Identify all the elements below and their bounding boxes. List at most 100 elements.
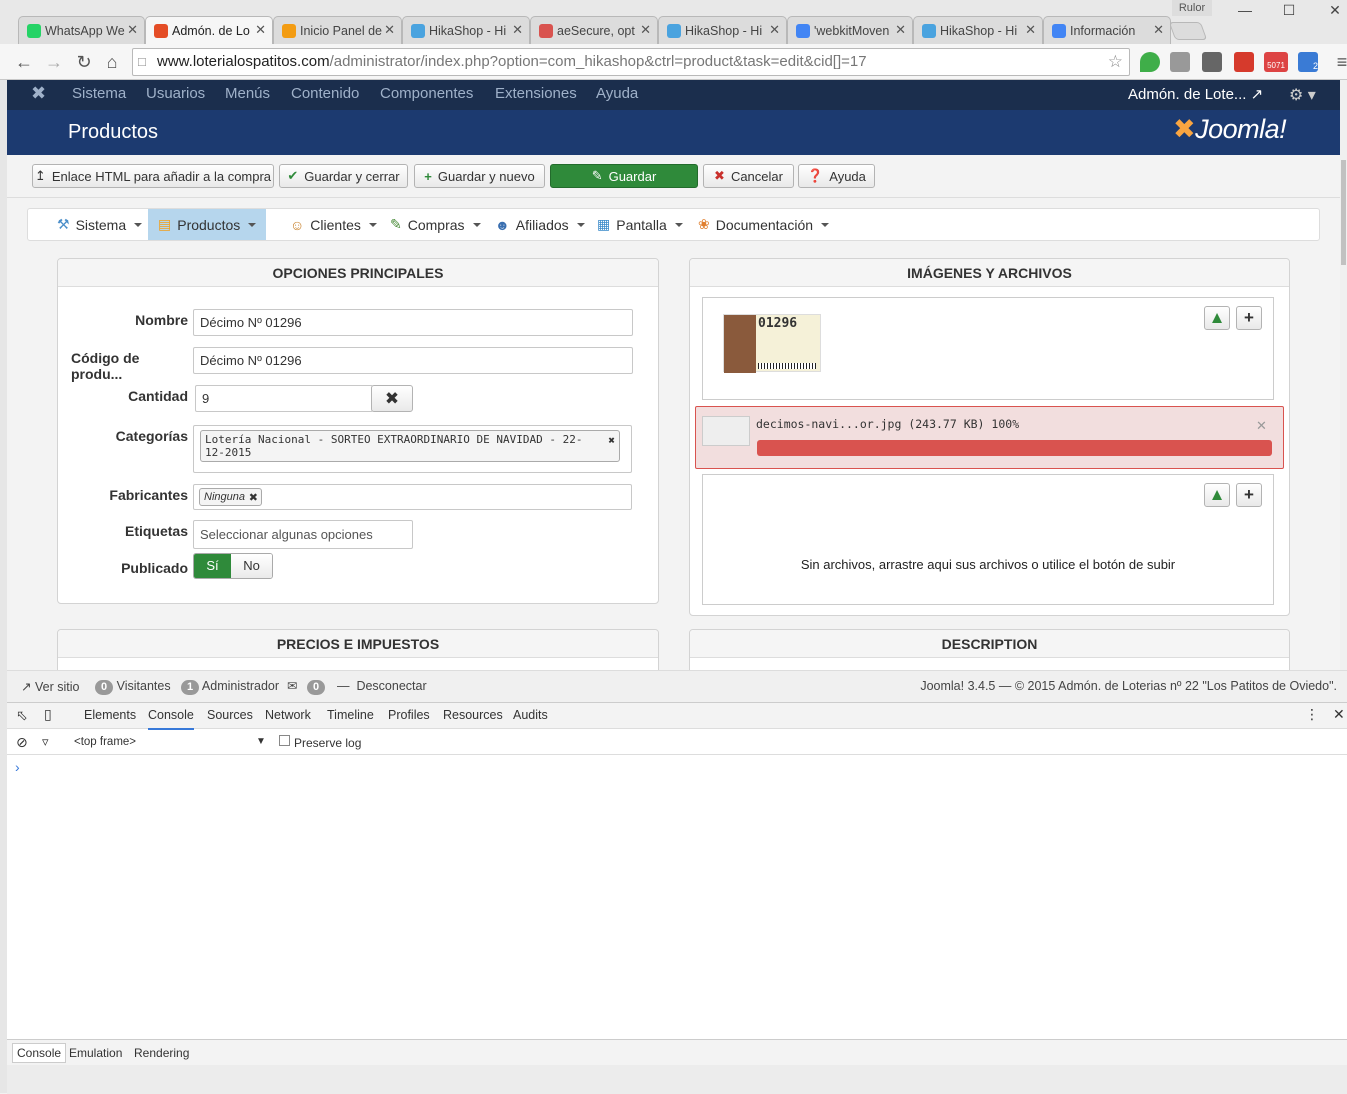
menu-sistema[interactable]: Sistema [72,85,126,102]
browser-tab[interactable]: HikaShop - Hi ✕ [658,16,787,44]
menu-usuarios[interactable]: Usuarios [146,85,205,102]
tab-close-icon[interactable]: ✕ [512,22,523,38]
browser-tab[interactable]: HikaShop - Hi ✕ [402,16,530,44]
tab-close-icon[interactable]: ✕ [1153,22,1164,38]
page-scrollbar-thumb[interactable] [1341,160,1346,265]
categories-field[interactable]: Lotería Nacional - SORTEO EXTRAORDINARIO… [193,425,632,473]
code-input[interactable]: Décimo Nº 01296 [193,347,633,374]
star-icon[interactable]: ☆ [1108,49,1123,75]
gmail-icon[interactable]: 5071 [1264,52,1288,72]
tab-close-icon[interactable]: ✕ [255,22,266,38]
browser-tab[interactable]: Admón. de Lo ✕ [145,16,273,45]
user-menu[interactable]: Admón. de Lote... ↗ [1128,85,1263,103]
device-mode-icon[interactable]: ▯ [44,706,52,723]
inspect-icon[interactable]: ⬁ [16,707,28,724]
cancel-button[interactable]: ✖ Cancelar [703,164,794,188]
upload-file-icon[interactable]: ▲ [1204,483,1230,507]
settings-gear-icon[interactable]: ⚙ ▾ [1289,85,1316,105]
home-icon[interactable]: ⌂ [100,50,124,74]
frame-selector[interactable]: <top frame> [74,736,136,748]
screen-ext-icon[interactable] [1202,52,1222,72]
add-image-icon[interactable]: + [1236,306,1262,330]
devtools-tab-console[interactable]: Console [148,708,194,730]
published-no[interactable]: No [231,554,272,578]
hikashop-menu-productos[interactable]: ▤ Productos [148,209,267,240]
html-link-button[interactable]: ↥ Enlace HTML para añadir a la compra [32,164,274,188]
hikashop-menu-clientes[interactable]: ☺ Clientes [280,209,387,240]
logout-link[interactable]: — Desconectar [337,679,427,693]
tab-close-icon[interactable]: ✕ [769,22,780,38]
save-button[interactable]: ✎ Guardar [550,164,698,188]
hikashop-menu-documentación[interactable]: ❀ Documentación [688,209,839,240]
menu-icon[interactable]: ≡ [1330,50,1347,74]
minimize-icon[interactable]: — [1230,2,1260,22]
tab-close-icon[interactable]: ✕ [127,22,138,38]
close-window-icon[interactable]: ✕ [1320,2,1347,22]
tab-close-icon[interactable]: ✕ [384,22,395,38]
help-button[interactable]: ❓ Ayuda [798,164,875,188]
remove-tag-icon[interactable]: ✖ [608,434,615,447]
devtools-tab-sources[interactable]: Sources [207,708,253,722]
devtools-tab-network[interactable]: Network [265,708,311,722]
browser-tab[interactable]: aeSecure, opt ✕ [530,16,658,44]
browser-tab[interactable]: Inicio Panel de ✕ [273,16,402,44]
clear-console-icon[interactable]: ⊘ [16,734,28,751]
hikashop-menu-compras[interactable]: ✎ Compras [380,209,491,240]
profile-button[interactable]: Rulor [1172,0,1212,16]
menu-menus[interactable]: Menús [225,85,270,102]
new-tab-button[interactable] [1168,22,1208,40]
maximize-icon[interactable]: ☐ [1274,2,1304,22]
devtools-tab-resources[interactable]: Resources [443,708,503,722]
address-bar[interactable]: www.loterialospatitos.com/administrator/… [132,48,1130,76]
quantity-input[interactable]: 9 [195,385,373,412]
browser-tab[interactable]: 'webkitMoven ✕ [787,16,913,44]
save-close-button[interactable]: ✔ Guardar y cerrar [279,164,408,188]
console-prompt[interactable]: › [15,759,20,775]
devtools-tab-audits[interactable]: Audits [513,708,548,722]
back-icon[interactable]: ← [12,50,36,74]
drawer-tab-console[interactable]: Console [12,1043,67,1063]
add-file-icon[interactable]: + [1236,483,1262,507]
devtools-more-icon[interactable]: ⋮ [1305,706,1319,723]
frame-dropdown-icon[interactable]: ▼ [256,736,266,747]
upload-image-icon[interactable]: ▲ [1204,306,1230,330]
cast-ext-icon[interactable] [1170,52,1190,72]
hikashop-menu-sistema[interactable]: ⚒ Sistema [47,209,152,240]
red-ext-icon[interactable] [1234,52,1254,72]
tab-close-icon[interactable]: ✕ [640,22,651,38]
devtools-tab-elements[interactable]: Elements [84,708,136,722]
drawer-tab-emulation[interactable]: Emulation [69,1046,122,1060]
published-yes[interactable]: Sí [194,554,231,578]
browser-tab[interactable]: HikaShop - Hi ✕ [913,16,1043,44]
joomla-icon[interactable]: ✖ [31,83,46,104]
browser-tab[interactable]: WhatsApp We ✕ [18,16,145,44]
name-input[interactable]: Décimo Nº 01296 [193,309,633,336]
remove-upload-icon[interactable]: ✕ [1256,418,1267,434]
devtools-close-icon[interactable]: ✕ [1333,706,1345,723]
manufacturers-field[interactable]: Ninguna ✖ [193,484,632,510]
devtools-tab-profiles[interactable]: Profiles [388,708,430,722]
reload-icon[interactable]: ↻ [72,50,96,74]
save-new-button[interactable]: + Guardar y nuevo [414,164,545,188]
browser-tab[interactable]: Información ✕ [1043,16,1171,44]
preserve-log-checkbox[interactable] [279,735,290,746]
messages-indicator[interactable]: 0 [307,679,326,695]
clear-quantity-icon[interactable]: ✖ [371,385,413,412]
tab-close-icon[interactable]: ✕ [1025,22,1036,38]
remove-manufacturer-icon[interactable]: ✖ [249,491,258,504]
messages-icon[interactable]: ✉ [287,678,297,693]
tab-close-icon[interactable]: ✕ [895,22,906,38]
menu-ayuda[interactable]: Ayuda [596,85,638,102]
menu-contenido[interactable]: Contenido [291,85,359,102]
devtools-tab-timeline[interactable]: Timeline [327,708,374,722]
filter-icon[interactable]: ▿ [42,734,49,750]
file-dropzone[interactable] [702,474,1274,605]
drawer-tab-rendering[interactable]: Rendering [134,1046,189,1060]
hikashop-menu-pantalla[interactable]: ▦ Pantalla [587,209,693,240]
menu-componentes[interactable]: Componentes [380,85,473,102]
published-toggle[interactable]: Sí No [193,553,273,579]
dev-ext-icon[interactable]: 2 [1298,52,1318,72]
forward-icon[interactable]: → [42,50,66,74]
hikashop-menu-afiliados[interactable]: ☻ Afiliados [485,209,595,240]
lottery-thumbnail[interactable]: 01296 [723,314,821,373]
